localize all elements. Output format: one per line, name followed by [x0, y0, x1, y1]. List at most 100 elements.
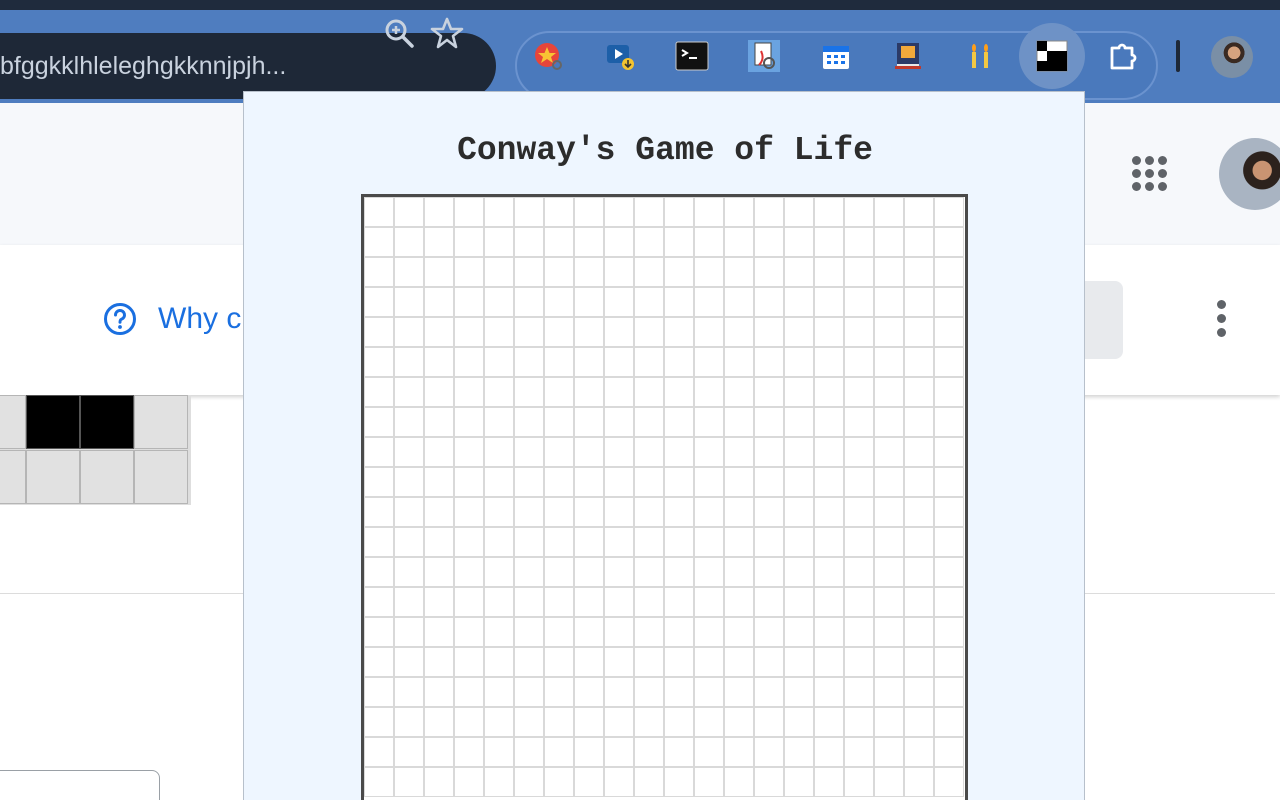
life-cell[interactable] [694, 557, 724, 587]
life-cell[interactable] [604, 767, 634, 797]
life-cell[interactable] [574, 557, 604, 587]
life-cell[interactable] [574, 677, 604, 707]
life-cell[interactable] [814, 377, 844, 407]
life-cell[interactable] [424, 407, 454, 437]
life-cell[interactable] [904, 437, 934, 467]
page-input-box[interactable] [0, 770, 160, 800]
life-cell[interactable] [694, 647, 724, 677]
life-cell[interactable] [364, 587, 394, 617]
life-cell[interactable] [394, 707, 424, 737]
life-cell[interactable] [604, 197, 634, 227]
mini-board-cell[interactable] [134, 395, 188, 449]
life-cell[interactable] [724, 737, 754, 767]
life-cell[interactable] [664, 647, 694, 677]
life-cell[interactable] [394, 377, 424, 407]
life-cell[interactable] [574, 737, 604, 767]
life-cell[interactable] [844, 707, 874, 737]
life-cell[interactable] [634, 497, 664, 527]
life-cell[interactable] [754, 557, 784, 587]
life-cell[interactable] [844, 437, 874, 467]
life-cell[interactable] [604, 407, 634, 437]
life-cell[interactable] [904, 287, 934, 317]
life-cell[interactable] [454, 647, 484, 677]
life-cell[interactable] [784, 707, 814, 737]
candles-extension-icon[interactable] [963, 39, 997, 73]
life-cell[interactable] [724, 407, 754, 437]
life-cell[interactable] [904, 257, 934, 287]
life-cell[interactable] [664, 737, 694, 767]
life-cell[interactable] [874, 407, 904, 437]
life-cell[interactable] [844, 317, 874, 347]
life-cell[interactable] [394, 317, 424, 347]
life-cell[interactable] [934, 467, 964, 497]
life-cell[interactable] [934, 767, 964, 797]
life-cell[interactable] [664, 587, 694, 617]
game-of-life-extension-icon[interactable] [1035, 39, 1069, 73]
life-cell[interactable] [544, 677, 574, 707]
life-cell[interactable] [484, 587, 514, 617]
life-cell[interactable] [634, 437, 664, 467]
life-cell[interactable] [934, 557, 964, 587]
life-cell[interactable] [844, 287, 874, 317]
life-cell[interactable] [904, 497, 934, 527]
life-cell[interactable] [814, 437, 844, 467]
address-bar-url[interactable]: bfggkklhleleghgkknnjpjh... [0, 52, 320, 80]
life-cell[interactable] [904, 467, 934, 497]
life-cell[interactable] [514, 527, 544, 557]
book-extension-icon[interactable] [891, 39, 925, 73]
life-cell[interactable] [454, 767, 484, 797]
life-cell[interactable] [484, 497, 514, 527]
life-cell[interactable] [574, 317, 604, 347]
life-cell[interactable] [694, 437, 724, 467]
life-cell[interactable] [724, 257, 754, 287]
life-cell[interactable] [574, 377, 604, 407]
life-cell[interactable] [904, 347, 934, 377]
life-cell[interactable] [814, 587, 844, 617]
life-cell[interactable] [454, 437, 484, 467]
life-cell[interactable] [364, 497, 394, 527]
life-cell[interactable] [364, 287, 394, 317]
life-cell[interactable] [904, 527, 934, 557]
life-cell[interactable] [364, 767, 394, 797]
life-cell[interactable] [604, 557, 634, 587]
life-cell[interactable] [754, 437, 784, 467]
life-cell[interactable] [784, 347, 814, 377]
life-cell[interactable] [904, 377, 934, 407]
life-cell[interactable] [844, 587, 874, 617]
life-cell[interactable] [844, 407, 874, 437]
life-cell[interactable] [364, 407, 394, 437]
life-cell[interactable] [424, 497, 454, 527]
mini-board-cell[interactable] [26, 395, 80, 449]
life-cell[interactable] [784, 737, 814, 767]
life-cell[interactable] [724, 497, 754, 527]
life-cell[interactable] [844, 557, 874, 587]
life-cell[interactable] [454, 347, 484, 377]
life-cell[interactable] [754, 227, 784, 257]
life-cell[interactable] [604, 347, 634, 377]
life-cell[interactable] [424, 557, 454, 587]
browser-profile-avatar[interactable] [1211, 36, 1253, 78]
life-cell[interactable] [844, 527, 874, 557]
life-cell[interactable] [664, 707, 694, 737]
bookmark-star-icon[interactable] [430, 16, 464, 50]
life-cell[interactable] [874, 677, 904, 707]
life-cell[interactable] [784, 317, 814, 347]
life-cell[interactable] [574, 767, 604, 797]
life-cell[interactable] [364, 707, 394, 737]
life-cell[interactable] [574, 287, 604, 317]
life-cell[interactable] [874, 317, 904, 347]
life-cell[interactable] [874, 467, 904, 497]
life-cell[interactable] [934, 647, 964, 677]
life-cell[interactable] [844, 737, 874, 767]
life-cell[interactable] [544, 467, 574, 497]
life-cell[interactable] [364, 437, 394, 467]
life-cell[interactable] [514, 737, 544, 767]
life-cell[interactable] [874, 527, 904, 557]
why-help-link[interactable]: Why c [158, 300, 241, 338]
life-cell[interactable] [754, 287, 784, 317]
life-cell[interactable] [784, 407, 814, 437]
life-cell[interactable] [544, 617, 574, 647]
life-cell[interactable] [784, 437, 814, 467]
life-cell[interactable] [694, 617, 724, 647]
life-cell[interactable] [484, 317, 514, 347]
